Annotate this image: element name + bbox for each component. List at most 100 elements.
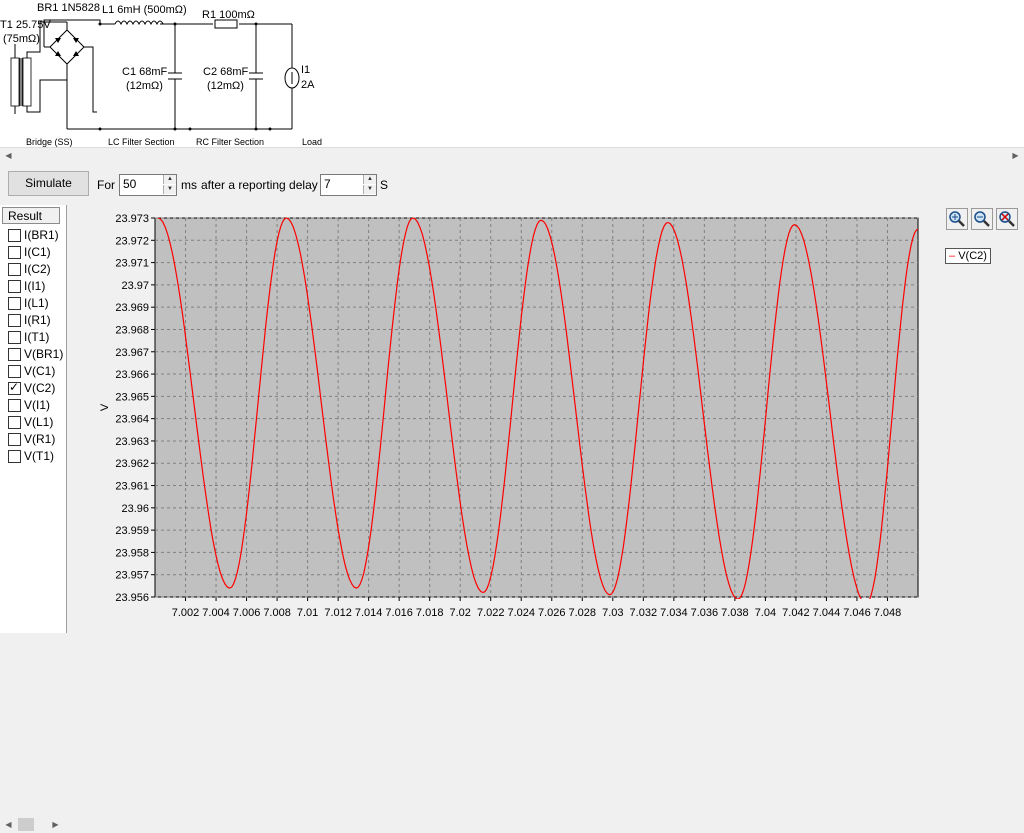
result-checkbox[interactable] (8, 246, 21, 259)
scroll-left-icon[interactable]: ◀ (1, 149, 16, 163)
duration-spinner[interactable]: 50 ▲ ▼ (119, 174, 177, 196)
c2-resistance: (12mΩ) (207, 80, 244, 92)
simulation-toolbar: Simulate For 50 ▲ ▼ ms after a reporting… (0, 163, 1024, 205)
result-item[interactable]: V(C2) (8, 380, 56, 397)
x-tick-label: 7.032 (630, 607, 658, 619)
result-item[interactable]: V(R1) (8, 432, 55, 448)
result-item[interactable]: V(I1) (8, 398, 50, 414)
x-tick-label: 7.024 (507, 607, 535, 619)
duration-input[interactable]: 50 (123, 177, 136, 191)
y-tick-label: 23.965 (115, 391, 149, 403)
t1-resistance: (75mΩ) (3, 33, 40, 45)
result-item[interactable]: V(T1) (8, 449, 54, 465)
result-label: I(T1) (24, 330, 50, 344)
zoom-reset-icon[interactable] (996, 208, 1018, 230)
t1-label: T1 25.75V (0, 19, 51, 31)
result-checkbox[interactable] (8, 380, 21, 395)
i1-value: 2A (301, 79, 315, 91)
result-checkbox[interactable] (8, 331, 21, 344)
c2-label: C2 68mF (203, 66, 249, 78)
result-checkbox[interactable] (8, 297, 21, 310)
spin-up-icon[interactable]: ▲ (363, 175, 376, 184)
waveform-chart: 7.002 7.004 7.006 7.008 7.01 7.012 7.014 7.016 7… (99, 213, 919, 619)
scroll-right-icon[interactable]: ▶ (1008, 149, 1023, 163)
delay-spinner[interactable]: 7 ▲ ▼ (320, 174, 377, 196)
simulate-button[interactable]: Simulate (8, 171, 89, 196)
br1-label: BR1 1N5828 (37, 2, 100, 14)
scroll-right-icon[interactable]: ▶ (48, 818, 63, 832)
result-label: V(C2) (24, 381, 56, 395)
result-item[interactable]: V(L1) (8, 415, 53, 431)
r1-label: R1 100mΩ (202, 9, 255, 21)
x-tick-label: 7.046 (843, 607, 871, 619)
section-bridge: Bridge (SS) (26, 137, 73, 147)
spin-up-icon[interactable]: ▲ (163, 175, 176, 184)
x-tick-label: 7.026 (538, 607, 566, 619)
legend-label: V(C2) (958, 250, 987, 262)
scroll-left-icon[interactable]: ◀ (1, 818, 16, 832)
schematic-diagram: T1 25.75V (75mΩ) BR1 1N5828 L1 6mH (500m… (0, 2, 322, 147)
x-tick-label: 7.008 (263, 607, 291, 619)
y-tick-label: 23.971 (115, 258, 149, 270)
result-item[interactable]: I(T1) (8, 330, 49, 346)
x-tick-label: 7.014 (355, 607, 383, 619)
result-checkbox[interactable] (8, 229, 21, 242)
x-tick-label: 7.036 (691, 607, 719, 619)
y-tick-label: 23.966 (115, 369, 149, 381)
result-label: V(I1) (24, 398, 51, 412)
result-checkbox[interactable] (8, 433, 21, 446)
x-tick-label: 7.034 (660, 607, 688, 619)
y-tick-label: 23.968 (115, 324, 149, 336)
result-checkbox[interactable] (8, 365, 21, 378)
x-tick-label: 7.028 (569, 607, 597, 619)
spin-down-icon[interactable]: ▼ (363, 185, 376, 194)
y-tick-label: 23.956 (115, 592, 149, 604)
x-tick-label: 7.042 (782, 607, 810, 619)
x-tick-label: 7.018 (416, 607, 444, 619)
result-hscrollbar[interactable]: ◀ ▶ (0, 816, 65, 833)
l1-label: L1 6mH (500mΩ) (102, 4, 187, 16)
delay-label: after a reporting delay of (201, 178, 332, 192)
result-checkbox[interactable] (8, 314, 21, 327)
x-tick-label: 7.002 (172, 607, 200, 619)
y-tick-label: 23.97 (121, 280, 149, 292)
result-label: V(BR1) (24, 347, 64, 361)
delay-input[interactable]: 7 (324, 177, 331, 191)
y-axis-label: V (99, 403, 111, 411)
y-tick-label: 23.962 (115, 458, 149, 470)
y-tick-label: 23.964 (115, 414, 149, 426)
y-tick-label: 23.958 (115, 547, 149, 559)
x-tick-label: 7.03 (602, 607, 623, 619)
result-checkbox[interactable] (8, 263, 21, 276)
result-item[interactable]: I(BR1) (8, 228, 59, 244)
result-label: V(R1) (24, 432, 56, 446)
result-item[interactable]: I(L1) (8, 296, 49, 312)
schematic-hscrollbar[interactable]: ◀ ▶ (0, 147, 1024, 164)
zoom-out-icon[interactable] (971, 208, 993, 230)
c1-resistance: (12mΩ) (126, 80, 163, 92)
result-checkbox[interactable] (8, 450, 21, 463)
y-tick-label: 23.961 (115, 481, 149, 493)
result-item[interactable]: I(C2) (8, 262, 51, 278)
result-item[interactable]: I(R1) (8, 313, 51, 329)
y-tick-label: 23.973 (115, 213, 149, 225)
zoom-in-icon[interactable] (946, 208, 968, 230)
result-item[interactable]: V(BR1) (8, 347, 63, 363)
result-checkbox[interactable] (8, 416, 21, 429)
ms-label: ms (181, 178, 197, 192)
for-label: For (97, 178, 115, 192)
spin-down-icon[interactable]: ▼ (163, 185, 176, 194)
result-checkbox[interactable] (8, 399, 21, 412)
result-checkbox[interactable] (8, 280, 21, 293)
result-checkbox[interactable] (8, 348, 21, 361)
scroll-thumb[interactable] (18, 818, 34, 831)
section-rc: RC Filter Section (196, 137, 264, 147)
y-tick-label: 23.96 (121, 503, 149, 515)
result-item[interactable]: V(C1) (8, 364, 55, 380)
y-tick-label: 23.957 (115, 570, 149, 582)
result-label: V(L1) (24, 415, 54, 429)
result-label: I(R1) (24, 313, 51, 327)
result-header[interactable]: Result (2, 207, 60, 224)
result-item[interactable]: I(C1) (8, 245, 51, 261)
result-item[interactable]: I(I1) (8, 279, 45, 295)
